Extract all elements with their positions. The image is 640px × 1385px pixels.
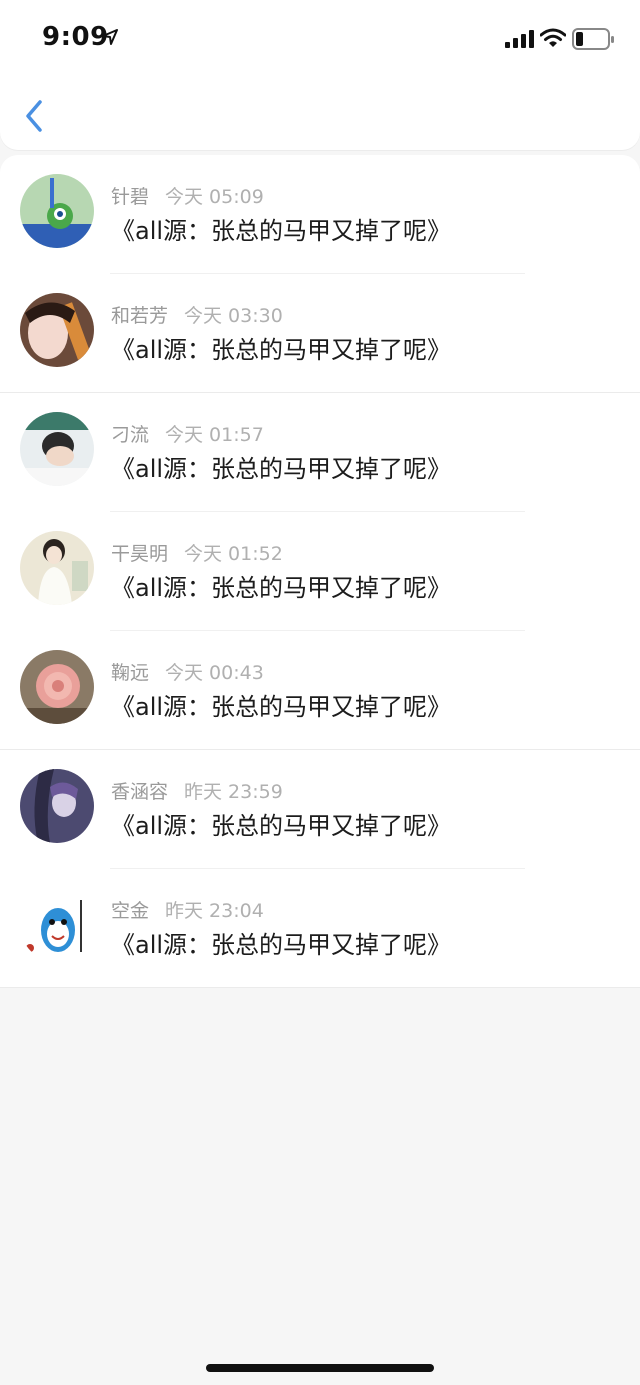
status-time: 9:09 [42,22,109,52]
cellular-signal-icon [505,30,534,48]
avatar [20,293,94,367]
sender-name: 刁流 [111,424,150,446]
message-text: 《all源：张总的马甲又掉了呢》 [111,455,452,483]
avatar [20,174,94,248]
message-meta: 鞠远 今天 00:43 [111,658,264,685]
sender-name: 和若芳 [111,305,169,327]
location-arrow-icon [102,29,118,45]
message-item[interactable]: 刁流 今天 01:57 《all源：张总的马甲又掉了呢》 [0,393,640,512]
message-text: 《all源：张总的马甲又掉了呢》 [111,574,452,602]
avatar [20,888,94,962]
message-text: 《all源：张总的马甲又掉了呢》 [111,217,452,245]
message-meta: 干昊明 今天 01:52 [111,539,283,566]
message-time: 今天 05:09 [165,186,264,208]
sender-name: 干昊明 [111,543,169,565]
home-indicator[interactable] [206,1364,434,1372]
message-time: 今天 01:52 [184,543,283,565]
message-item[interactable]: 和若芳 今天 03:30 《all源：张总的马甲又掉了呢》 [0,274,640,393]
back-chevron-icon[interactable] [20,96,50,136]
sender-name: 空金 [111,900,150,922]
avatar [20,531,94,605]
message-list: 针碧 今天 05:09 《all源：张总的马甲又掉了呢》 和若芳 今天 03:30 … [0,155,640,988]
message-text: 《all源：张总的马甲又掉了呢》 [111,931,452,959]
message-text: 《all源：张总的马甲又掉了呢》 [111,693,452,721]
battery-icon [572,28,614,50]
wifi-icon [540,28,566,47]
message-text: 《all源：张总的马甲又掉了呢》 [111,336,452,364]
message-meta: 刁流 今天 01:57 [111,420,264,447]
message-time: 今天 01:57 [165,424,264,446]
message-meta: 香涵容 昨天 23:59 [111,777,283,804]
avatar [20,769,94,843]
message-time: 今天 00:43 [165,662,264,684]
avatar [20,650,94,724]
message-item[interactable]: 针碧 今天 05:09 《all源：张总的马甲又掉了呢》 [0,155,640,274]
message-item[interactable]: 香涵容 昨天 23:59 《all源：张总的马甲又掉了呢》 [0,750,640,869]
divider [0,987,640,988]
message-meta: 针碧 今天 05:09 [111,182,264,209]
message-time: 昨天 23:59 [184,781,283,803]
message-meta: 和若芳 今天 03:30 [111,301,283,328]
message-time: 昨天 23:04 [165,900,264,922]
navigation-header: 9:09 [0,0,640,150]
message-item[interactable]: 空金 昨天 23:04 《all源：张总的马甲又掉了呢》 [0,869,640,988]
message-item[interactable]: 干昊明 今天 01:52 《all源：张总的马甲又掉了呢》 [0,512,640,631]
message-item[interactable]: 鞠远 今天 00:43 《all源：张总的马甲又掉了呢》 [0,631,640,750]
sender-name: 香涵容 [111,781,169,803]
message-time: 今天 03:30 [184,305,283,327]
sender-name: 针碧 [111,186,150,208]
sender-name: 鞠远 [111,662,150,684]
message-meta: 空金 昨天 23:04 [111,896,264,923]
message-text: 《all源：张总的马甲又掉了呢》 [111,812,452,840]
avatar [20,412,94,486]
